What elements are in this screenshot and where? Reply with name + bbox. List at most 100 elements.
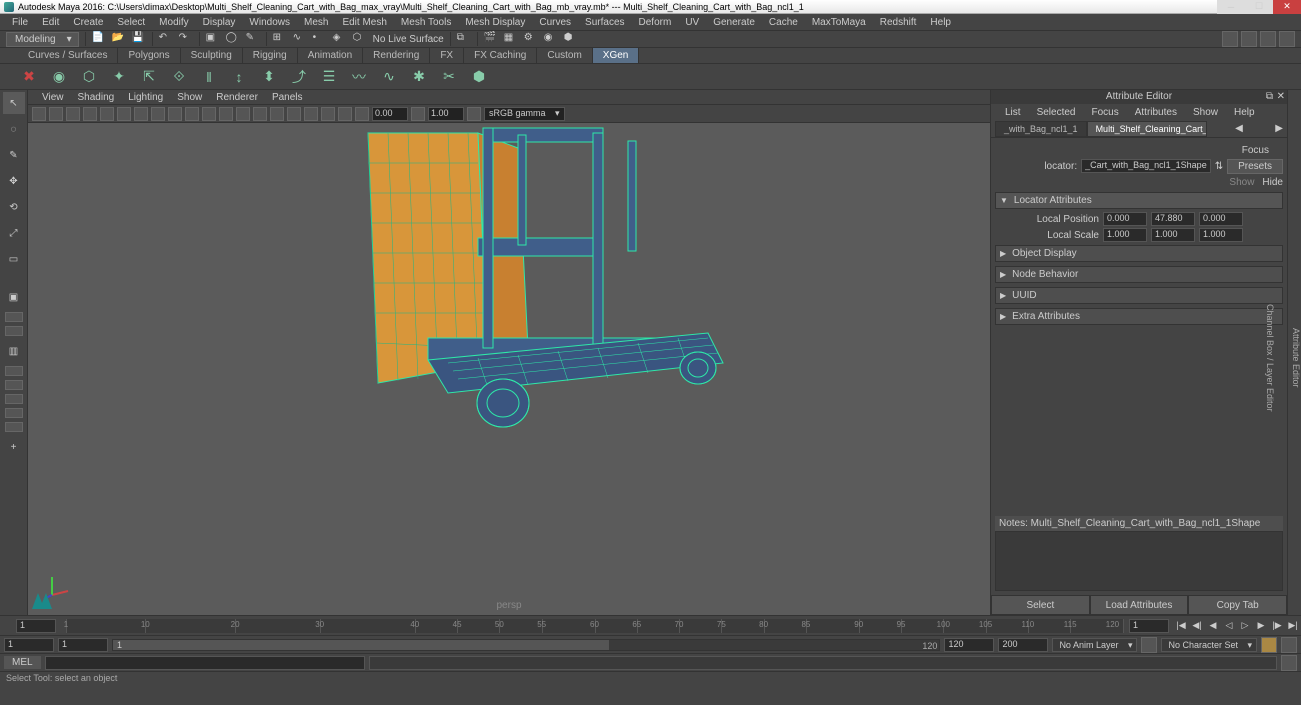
ae-section-node-behavior[interactable]: ▶Node Behavior [995,266,1283,283]
xgen-guide-icon[interactable]: ✦ [108,66,130,88]
script-editor-icon[interactable] [1281,655,1297,671]
range-start-field[interactable]: 1 [58,638,108,652]
menu-surfaces[interactable]: Surfaces [579,15,630,30]
local-position-x[interactable]: 0.000 [1103,212,1147,226]
local-position-y[interactable]: 47.880 [1151,212,1195,226]
menu-curves[interactable]: Curves [533,15,577,30]
add-layout-icon[interactable]: + [3,436,25,458]
shelf-tab-fx[interactable]: FX [430,48,464,63]
redo-icon[interactable]: ↷ [179,32,193,46]
move-tool-icon[interactable]: ✥ [3,170,25,192]
ae-menu-help[interactable]: Help [1226,105,1263,120]
shelf-tab-animation[interactable]: Animation [298,48,363,63]
menu-select[interactable]: Select [111,15,151,30]
vp-menu-panels[interactable]: Panels [266,91,309,104]
persp-hyper-icon[interactable] [5,380,23,390]
ae-menu-focus[interactable]: Focus [1083,105,1126,120]
play-back-button[interactable]: ◁ [1221,619,1237,633]
vp-gamma-icon[interactable] [411,107,425,121]
play-fwd-button[interactable]: ▷ [1237,619,1253,633]
step-fwd-button[interactable]: ▶ [1253,619,1269,633]
snap-plane-icon[interactable]: ◈ [333,32,347,46]
close-button[interactable]: ✕ [1273,0,1301,14]
custom-view-icon[interactable] [5,408,23,418]
anim-prefs-icon[interactable] [1281,637,1297,653]
vp-menu-view[interactable]: View [36,91,70,104]
ae-io-icon[interactable]: ⇅ [1215,161,1223,172]
xgen-desc-icon[interactable]: ⬡ [78,66,100,88]
vp-grid-icon[interactable] [100,107,114,121]
script-lang-toggle[interactable]: MEL [4,656,41,669]
go-end-button[interactable]: ▶| [1285,619,1301,633]
menu-mesh-display[interactable]: Mesh Display [459,15,531,30]
save-scene-icon[interactable]: 💾 [132,32,146,46]
menu-set-selector[interactable]: Modeling [6,32,79,47]
vp-gamma-mode-select[interactable]: sRGB gamma [484,107,565,121]
rotate-tool-icon[interactable]: ⟲ [3,196,25,218]
paint-select-icon[interactable]: ✎ [246,32,260,46]
shelf-tab-sculpting[interactable]: Sculpting [181,48,243,63]
ae-section-object-display[interactable]: ▶Object Display [995,245,1283,262]
ae-menu-attributes[interactable]: Attributes [1127,105,1185,120]
ae-tab-next-icon[interactable]: ▶ [1271,123,1287,134]
vp-smooth-icon[interactable] [236,107,250,121]
select-tool-icon[interactable]: ↖ [3,92,25,114]
minimize-button[interactable]: ─ [1217,0,1245,14]
vp-isolate-icon[interactable] [304,107,318,121]
ae-load-attrs-button[interactable]: Load Attributes [1090,595,1189,615]
snap-point-icon[interactable]: • [313,32,327,46]
xgen-noise-icon[interactable]: ∿ [378,66,400,88]
vp-2d-icon[interactable] [83,107,97,121]
range-slider-bar[interactable]: 1 120 [112,639,940,651]
history-icon[interactable]: ⧉ [457,32,471,46]
maximize-button[interactable]: ☐ [1245,0,1273,14]
menu-redshift[interactable]: Redshift [874,15,923,30]
xgen-density-icon[interactable]: ‖ [198,66,220,88]
menu-deform[interactable]: Deform [633,15,678,30]
menu-windows[interactable]: Windows [243,15,296,30]
ae-popout-icon[interactable]: ⧉ [1266,91,1273,102]
snap-grid-icon[interactable]: ⊞ [273,32,287,46]
ae-notes-field[interactable] [995,531,1283,591]
menu-cache[interactable]: Cache [763,15,804,30]
new-scene-icon[interactable]: 📄 [92,32,106,46]
tab-channel-box[interactable]: Channel Box / Layer Editor [1265,304,1275,412]
go-start-button[interactable]: |◀ [1173,619,1189,633]
hypershade-view-icon[interactable]: ▥ [3,340,25,362]
lasso-icon[interactable]: ◯ [226,32,240,46]
menu-mesh-tools[interactable]: Mesh Tools [395,15,457,30]
undo-icon[interactable]: ↶ [159,32,173,46]
command-input[interactable] [45,656,365,670]
menu-generate[interactable]: Generate [707,15,761,30]
menu-maxtomaya[interactable]: MaxToMaya [806,15,872,30]
ae-hide-button[interactable]: Hide [1262,177,1283,188]
vp-exposure-icon[interactable] [355,107,369,121]
vp-menu-lighting[interactable]: Lighting [122,91,169,104]
shelf-tab-curves[interactable]: Curves / Surfaces [18,48,118,63]
vp-res-gate-icon[interactable] [134,107,148,121]
xgen-sphere-icon[interactable]: ◉ [48,66,70,88]
toggle-modeling-icon[interactable] [1222,31,1238,47]
shelf-tab-xgen[interactable]: XGen [593,48,640,63]
xgen-cut-icon[interactable]: ✂ [438,66,460,88]
ae-tab-transform[interactable]: _with_Bag_ncl1_1 [995,121,1087,137]
shelf-tab-rendering[interactable]: Rendering [363,48,430,63]
ipr-icon[interactable]: ▦ [504,32,518,46]
ae-close-icon[interactable]: ✕ [1277,91,1285,102]
ae-presets-button[interactable]: Presets [1227,159,1283,174]
toggle-channel-icon[interactable] [1241,31,1257,47]
open-scene-icon[interactable]: 📂 [112,32,126,46]
time-slider-bar[interactable]: 1 10 20 30 40 45 50 55 60 65 70 75 80 85… [66,619,1123,633]
anim-end-field[interactable]: 200 [998,638,1048,652]
xgen-hex-icon[interactable]: ⬢ [468,66,490,88]
viewport-3d[interactable]: persp [28,123,990,615]
character-set-select[interactable]: No Character Set [1161,638,1257,652]
vp-lights-icon[interactable] [270,107,284,121]
ae-menu-show[interactable]: Show [1185,105,1226,120]
more-view-icon[interactable] [5,422,23,432]
ae-tab-prev-icon[interactable]: ◀ [1231,123,1247,134]
xgen-groom-icon[interactable]: ⟐ [168,66,190,88]
xgen-length-icon[interactable]: ↕ [228,66,250,88]
select-mode-icon[interactable]: ▣ [206,32,220,46]
vp-bookmark-icon[interactable] [49,107,63,121]
